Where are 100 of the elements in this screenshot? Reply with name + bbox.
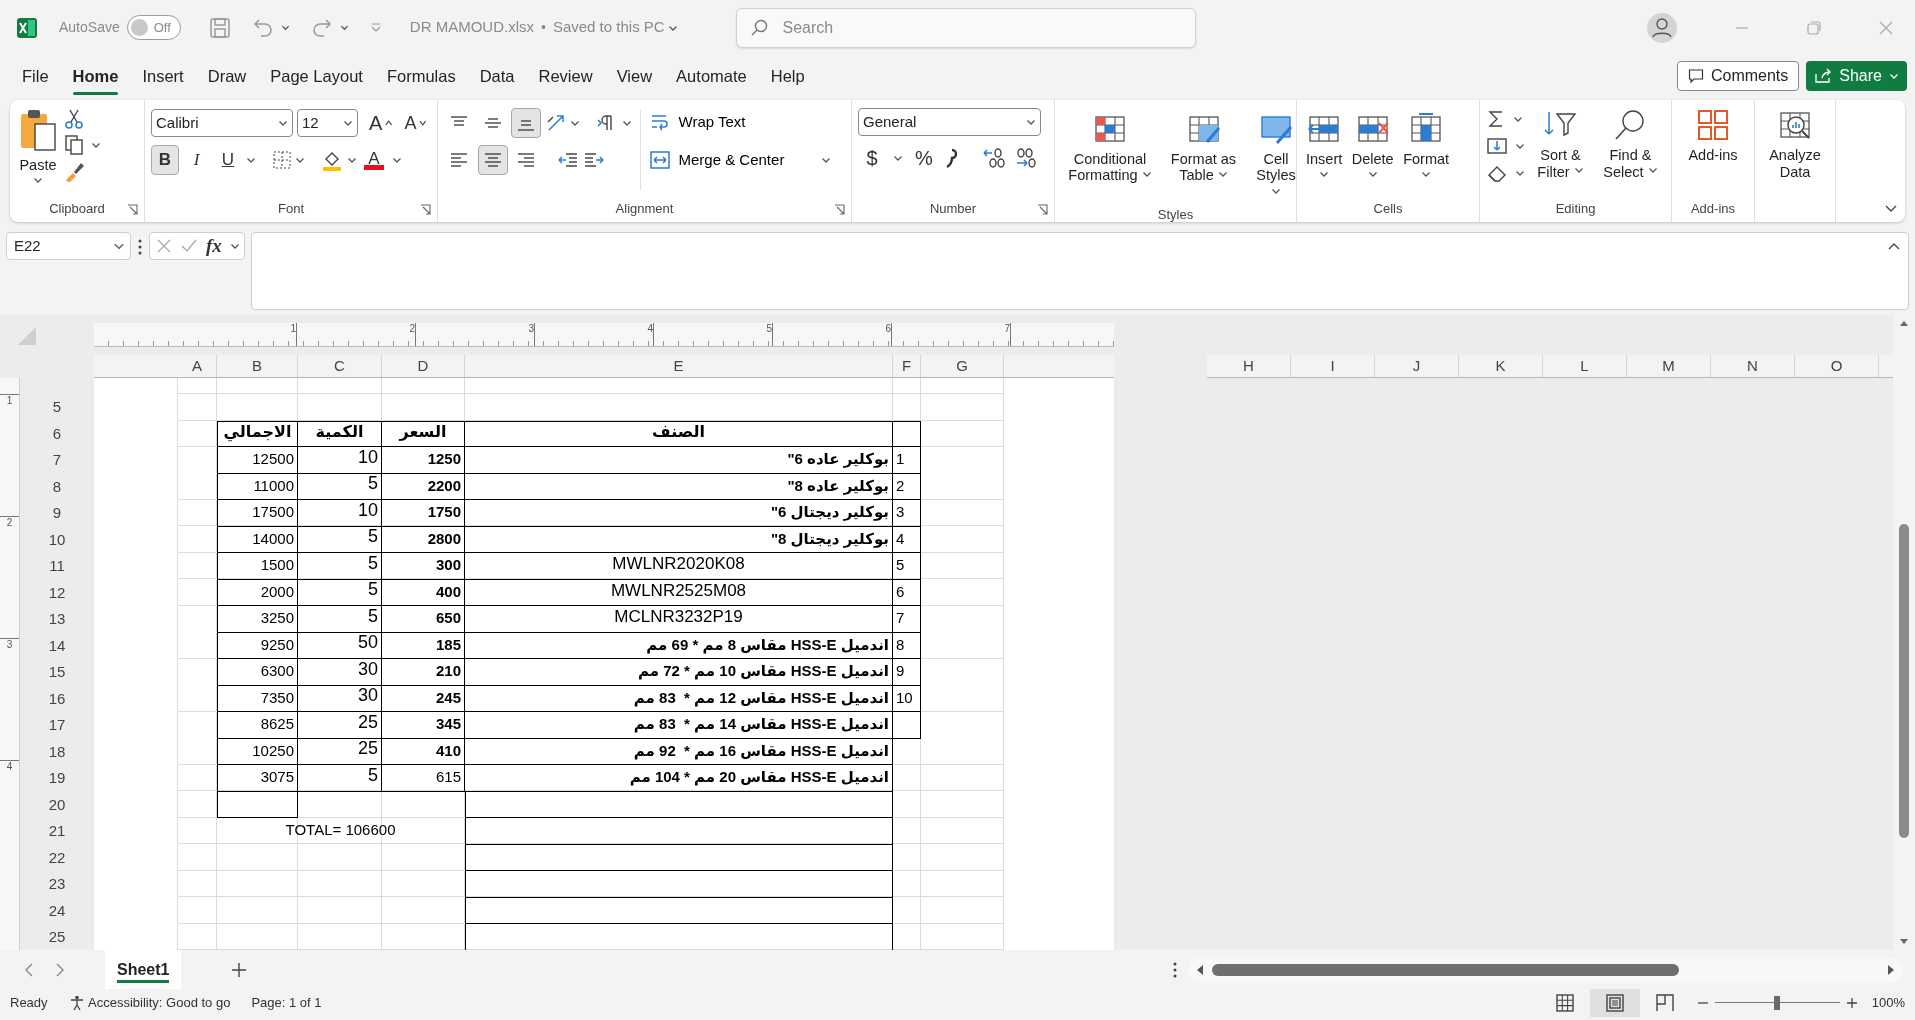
row-header[interactable]: 10: [20, 526, 94, 553]
scroll-up-icon[interactable]: [1899, 319, 1909, 327]
search-field[interactable]: Search: [735, 7, 1196, 48]
comma-style-icon[interactable]: [945, 147, 959, 169]
increase-decimal-icon[interactable]: [982, 146, 1006, 170]
row-header[interactable]: 18: [20, 738, 94, 765]
scroll-right-icon[interactable]: [1887, 963, 1895, 976]
zoom-in-icon[interactable]: [1845, 997, 1858, 1009]
comments-button[interactable]: Comments: [1676, 61, 1800, 91]
paste-button[interactable]: Paste: [16, 104, 60, 196]
row-header[interactable]: 22: [20, 844, 94, 871]
autosave-toggle[interactable]: Off: [126, 15, 181, 40]
zoom-thumb[interactable]: [1774, 996, 1781, 1010]
row-header[interactable]: 5: [20, 394, 94, 421]
row-header[interactable]: 15: [20, 659, 94, 686]
font-name-field[interactable]: Calibri: [151, 109, 294, 137]
menu-tab[interactable]: File: [10, 56, 61, 96]
column-header[interactable]: F: [893, 355, 921, 377]
row-header[interactable]: 23: [20, 871, 94, 898]
row-header[interactable]: 12: [20, 579, 94, 606]
next-sheet-icon[interactable]: [55, 962, 65, 977]
insert-button[interactable]: Insert: [1303, 107, 1346, 196]
row-header[interactable]: 6: [20, 420, 94, 447]
column-header[interactable]: E: [465, 355, 893, 377]
add-sheet-icon[interactable]: [231, 961, 248, 978]
column-header[interactable]: H: [1207, 355, 1291, 377]
menu-tab[interactable]: View: [604, 56, 665, 96]
name-box[interactable]: E22: [6, 232, 131, 260]
column-header[interactable]: N: [1711, 355, 1795, 377]
column-header[interactable]: D: [382, 355, 465, 377]
number-format-field[interactable]: General: [858, 108, 1041, 136]
format-toggle[interactable]: U: [214, 145, 242, 175]
row-header[interactable]: 14: [20, 632, 94, 659]
scrollbar-thumb[interactable]: [1899, 523, 1909, 838]
menu-tab[interactable]: Help: [758, 56, 817, 96]
sheet-tab[interactable]: Sheet1: [105, 950, 182, 989]
row-header[interactable]: 21: [20, 818, 94, 845]
menu-tab[interactable]: Data: [467, 56, 527, 96]
more-icon[interactable]: [137, 237, 143, 256]
merge-center-button[interactable]: Merge & Center: [648, 146, 832, 174]
grow-font-button[interactable]: A: [365, 108, 397, 138]
row-header[interactable]: 20: [20, 791, 94, 818]
dialog-launcher-icon[interactable]: [420, 203, 431, 215]
column-header[interactable]: A: [178, 355, 217, 377]
column-header[interactable]: B: [217, 355, 298, 377]
column-header[interactable]: M: [1627, 355, 1711, 377]
format-as-table-button[interactable]: Format as Table: [1162, 107, 1245, 205]
scroll-left-icon[interactable]: [1196, 963, 1204, 976]
previous-sheet-icon[interactable]: [24, 962, 34, 977]
formula-input[interactable]: [250, 232, 1909, 310]
column-header[interactable]: J: [1375, 355, 1459, 377]
row-header[interactable]: 25: [20, 924, 94, 951]
dialog-launcher-icon[interactable]: [834, 203, 845, 215]
dialog-launcher-icon[interactable]: [1037, 203, 1048, 215]
column-header[interactable]: K: [1459, 355, 1543, 377]
cell-styles-button[interactable]: Cell Styles: [1248, 107, 1304, 205]
row-header[interactable]: 13: [20, 606, 94, 633]
row-header[interactable]: 19: [20, 765, 94, 792]
fill-down-icon[interactable]: [1486, 135, 1508, 157]
row-header[interactable]: 17: [20, 712, 94, 739]
share-button[interactable]: Share: [1806, 61, 1907, 91]
decrease-indent-icon[interactable]: [557, 150, 579, 170]
menu-tab[interactable]: Home: [60, 56, 131, 96]
row-header[interactable]: 16: [20, 685, 94, 712]
menu-tab[interactable]: Insert: [130, 56, 196, 96]
more-icon[interactable]: [1172, 960, 1178, 979]
column-header[interactable]: O: [1795, 355, 1879, 377]
add-ins-button[interactable]: Add-ins: [1685, 104, 1741, 196]
menu-tab[interactable]: Review: [526, 56, 605, 96]
page-layout-view-button[interactable]: [1589, 989, 1640, 1017]
row-header[interactable]: 7: [20, 447, 94, 474]
horizontal-align-button[interactable]: [477, 145, 508, 175]
currency-button[interactable]: $: [858, 143, 886, 173]
menu-tab[interactable]: Draw: [195, 56, 259, 96]
column-header[interactable]: L: [1543, 355, 1627, 377]
column-header[interactable]: I: [1291, 355, 1375, 377]
font-color-button[interactable]: A: [360, 145, 388, 175]
insert-function-button[interactable]: fx: [206, 231, 222, 261]
copy-icon[interactable]: [64, 134, 84, 156]
conditional-formatting-button[interactable]: Conditional Formatting: [1061, 107, 1159, 205]
increase-indent-icon[interactable]: [582, 150, 605, 170]
sort-filter-button[interactable]: Sort & Filter: [1529, 104, 1592, 196]
zoom-slider[interactable]: [1714, 996, 1840, 1010]
column-header[interactable]: C: [298, 355, 382, 377]
column-header[interactable]: G: [921, 355, 1004, 377]
accessibility-icon[interactable]: [68, 995, 85, 1011]
cut-icon[interactable]: [64, 108, 84, 130]
row-header[interactable]: 8: [20, 473, 94, 500]
font-size-field[interactable]: 12: [297, 109, 358, 137]
row-header[interactable]: 9: [20, 500, 94, 527]
vertical-align-button[interactable]: [511, 108, 541, 138]
shrink-font-button[interactable]: A: [400, 108, 431, 138]
format-painter-icon[interactable]: [64, 160, 86, 182]
menu-tab[interactable]: Automate: [664, 56, 759, 96]
undo-icon[interactable]: [251, 16, 274, 39]
wrap-text-button[interactable]: Wrap Text: [648, 108, 832, 136]
format-toggle[interactable]: B: [151, 145, 179, 175]
row-header[interactable]: 11: [20, 553, 94, 580]
menu-tab[interactable]: Formulas: [374, 56, 468, 96]
avatar-icon[interactable]: [1647, 12, 1677, 43]
